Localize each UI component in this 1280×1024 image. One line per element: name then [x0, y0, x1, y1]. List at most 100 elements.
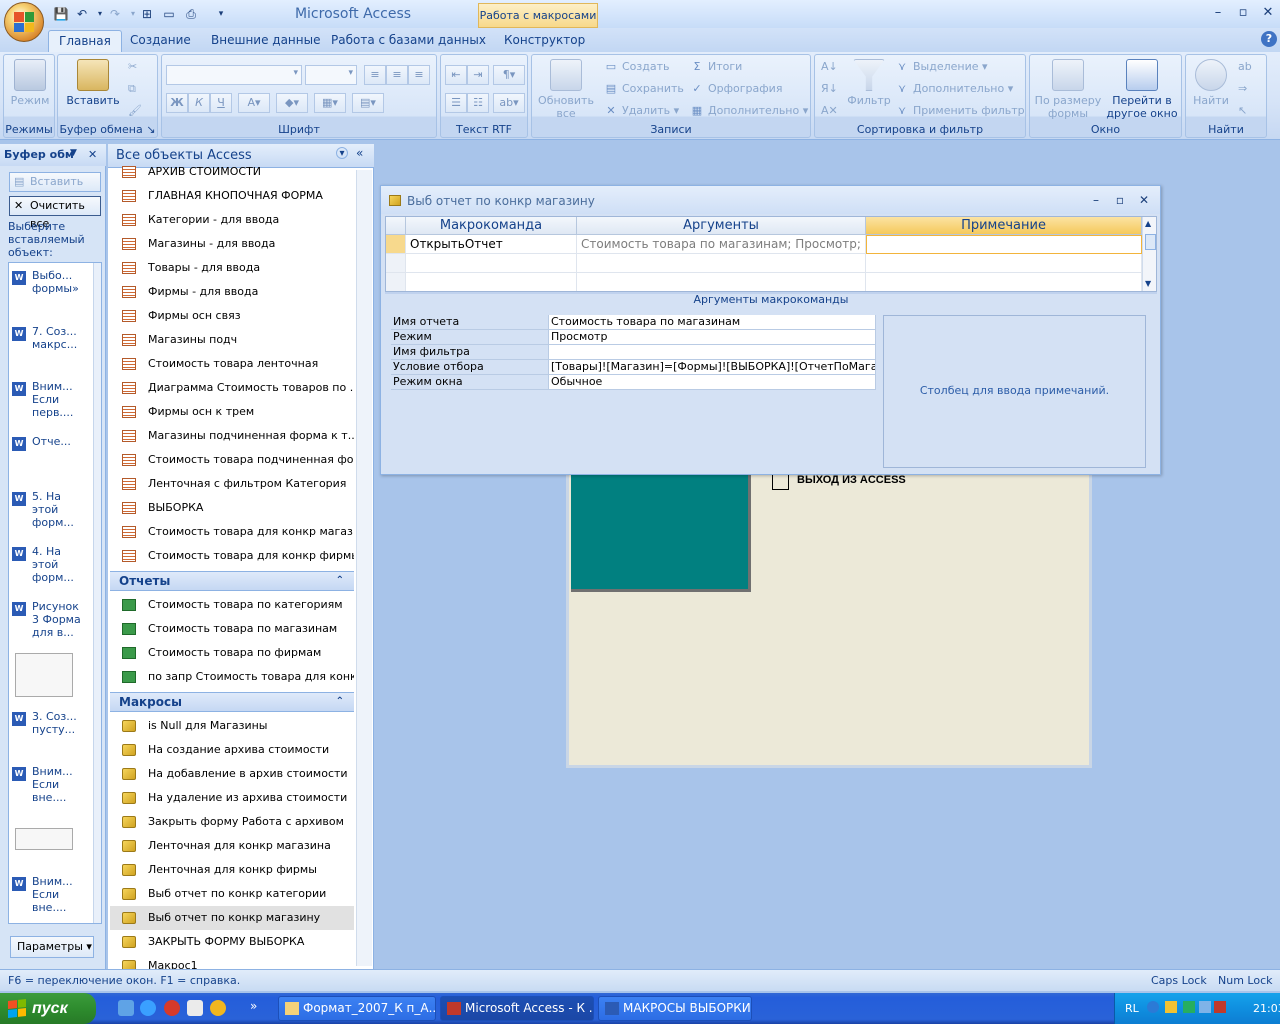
- comment-cell[interactable]: [866, 273, 1142, 291]
- format-painter-icon[interactable]: 🖌: [128, 101, 142, 121]
- help-icon[interactable]: ?: [1261, 31, 1277, 47]
- report-nav-item[interactable]: Стоимость товара по категориям: [110, 593, 354, 617]
- language-indicator[interactable]: RL: [1125, 1002, 1139, 1015]
- form-nav-item[interactable]: Магазины подч: [110, 328, 354, 352]
- form-nav-item[interactable]: Стоимость товара для конкр магаз...: [110, 520, 354, 544]
- alternate-fill-icon[interactable]: ▤▾: [352, 93, 384, 113]
- sort-asc-icon[interactable]: A↓: [821, 57, 838, 77]
- arguments-cell[interactable]: [577, 273, 866, 291]
- underline-icon[interactable]: Ч: [210, 93, 232, 113]
- form-nav-item[interactable]: Фирмы осн связ: [110, 304, 354, 328]
- report-nav-item[interactable]: Стоимость товара по магазинам: [110, 617, 354, 641]
- clipboard-thumbnail-image[interactable]: [15, 653, 73, 697]
- fit-form-button[interactable]: По размеру формы: [1032, 57, 1104, 120]
- gridlines-icon[interactable]: ▦▾: [314, 93, 346, 113]
- clear-all-button[interactable]: ✕ Очистить все: [9, 196, 101, 230]
- form-nav-item[interactable]: Товары - для ввода: [110, 256, 354, 280]
- new-record-button[interactable]: ▭ Создать: [604, 57, 670, 77]
- form-nav-item[interactable]: Фирмы - для ввода: [110, 280, 354, 304]
- action-cell[interactable]: [406, 254, 577, 273]
- action-cell[interactable]: [406, 273, 577, 291]
- column-header-action[interactable]: Макрокоманда: [406, 217, 577, 235]
- tray-antivirus-icon[interactable]: [1214, 1001, 1226, 1013]
- copy-icon[interactable]: ⧉: [128, 79, 136, 99]
- argument-value[interactable]: [548, 345, 876, 360]
- more-quicklaunch-icon[interactable]: »: [250, 999, 257, 1013]
- options-button[interactable]: Параметры ▾: [10, 936, 94, 958]
- clipboard-item[interactable]: W 3. Соз... пусту...: [12, 710, 88, 736]
- arguments-cell[interactable]: [577, 254, 866, 273]
- delete-record-button[interactable]: ✕ Удалить ▾: [604, 101, 679, 121]
- macro-nav-item[interactable]: Выб отчет по конкр магазину: [110, 906, 354, 930]
- argument-value[interactable]: Стоимость товара по магазинам: [548, 315, 876, 330]
- form-nav-item[interactable]: ГЛАВНАЯ КНОПОЧНАЯ ФОРМА: [110, 184, 354, 208]
- form-nav-item[interactable]: Фирмы осн к трем: [110, 400, 354, 424]
- filter-button[interactable]: Фильтр: [845, 57, 893, 107]
- paste-all-button[interactable]: ▤ Вставить все: [9, 172, 101, 206]
- comment-cell[interactable]: [866, 254, 1142, 273]
- customize-toolbar-icon[interactable]: ▾: [212, 5, 230, 23]
- macro-nav-item[interactable]: На добавление в архив стоимости: [110, 762, 354, 786]
- argument-value[interactable]: Обычное: [548, 375, 876, 390]
- font-size-combo[interactable]: [305, 65, 357, 85]
- nav-section-macros[interactable]: Макросы ⌃: [110, 692, 354, 712]
- media-icon[interactable]: [187, 1000, 203, 1016]
- print-preview-icon[interactable]: ⎙: [182, 5, 200, 23]
- task-button-folder[interactable]: Формат_2007_К п_А...: [278, 996, 436, 1021]
- minimize-icon[interactable]: –: [1087, 192, 1105, 208]
- argument-value[interactable]: [Товары]![Магазин]=[Формы]![ВЫБОРКА]![От…: [548, 360, 876, 375]
- pane-options-icon[interactable]: ▼: [70, 148, 77, 158]
- close-icon[interactable]: ✕: [1135, 192, 1153, 208]
- form-nav-item[interactable]: Стоимость товара для конкр фирмы: [110, 544, 354, 568]
- macro-nav-item[interactable]: На создание архива стоимости: [110, 738, 354, 762]
- clipboard-item[interactable]: W Рисунок 3 Форма для в...: [12, 600, 88, 639]
- row-selector[interactable]: [386, 254, 406, 273]
- start-button[interactable]: пуск: [0, 993, 96, 1024]
- macro-nav-item[interactable]: На удаление из архива стоимости: [110, 786, 354, 810]
- row-selector[interactable]: [386, 273, 406, 291]
- font-color-icon[interactable]: A▾: [238, 93, 270, 113]
- clipboard-item[interactable]: W Выбо... формы»: [12, 269, 88, 295]
- undo-icon[interactable]: ↶: [73, 5, 91, 23]
- office-button[interactable]: [4, 2, 44, 42]
- tray-network-icon[interactable]: [1199, 1001, 1211, 1013]
- advanced-filter-button[interactable]: ⋎ Дополнительно ▾: [895, 79, 1013, 99]
- form-nav-item[interactable]: Ленточная с фильтром Категория: [110, 472, 354, 496]
- row-selector[interactable]: [386, 235, 406, 254]
- increase-indent-icon[interactable]: ⇥: [467, 65, 489, 85]
- align-left-icon[interactable]: ≡: [364, 65, 386, 85]
- collapse-nav-icon[interactable]: «: [356, 146, 363, 160]
- decrease-indent-icon[interactable]: ⇤: [445, 65, 467, 85]
- restore-icon[interactable]: ▫: [1233, 5, 1253, 21]
- clipboard-item[interactable]: W 5. На этой форм...: [12, 490, 88, 529]
- select-icon[interactable]: ↖: [1238, 101, 1247, 121]
- nav-dropdown-icon[interactable]: ▾: [336, 147, 348, 159]
- toggle-filter-button[interactable]: ⋎ Применить фильтр: [895, 101, 1025, 121]
- clear-sort-icon[interactable]: A✕: [821, 101, 838, 121]
- macro-nav-item[interactable]: Ленточная для конкр фирмы: [110, 858, 354, 882]
- nav-section-reports[interactable]: Отчеты ⌃: [110, 571, 354, 591]
- close-icon[interactable]: ✕: [1258, 5, 1278, 21]
- form-nav-item[interactable]: Категории - для ввода: [110, 208, 354, 232]
- form-nav-item[interactable]: Магазины - для ввода: [110, 232, 354, 256]
- scroll-thumb[interactable]: [1145, 234, 1156, 250]
- goto-icon[interactable]: ⇒: [1238, 79, 1247, 99]
- font-name-combo[interactable]: [166, 65, 302, 85]
- bold-icon[interactable]: Ж: [166, 93, 188, 113]
- tab-external-data[interactable]: Внешние данные: [201, 30, 330, 52]
- column-header-arguments[interactable]: Аргументы: [577, 217, 866, 235]
- nav-scrollbar[interactable]: [356, 170, 372, 966]
- comment-cell[interactable]: [866, 235, 1142, 254]
- refresh-all-button[interactable]: Обновить все: [534, 57, 598, 120]
- action-cell[interactable]: ОткрытьОтчет: [406, 235, 577, 254]
- maximize-icon[interactable]: ▫: [1111, 192, 1129, 208]
- zoom-icon[interactable]: ⊞: [138, 5, 156, 23]
- minimize-icon[interactable]: –: [1208, 5, 1228, 21]
- clipboard-item[interactable]: W 7. Соз... макрс...: [12, 325, 88, 351]
- clipboard-scrollbar[interactable]: [93, 263, 101, 923]
- grid-scrollbar[interactable]: ▲ ▼: [1142, 217, 1156, 291]
- form-nav-item[interactable]: Диаграмма Стоимость товаров по ...: [110, 376, 354, 400]
- spelling-button[interactable]: ✓ Орфография: [690, 79, 782, 99]
- clipboard-item[interactable]: W Вним... Если вне....: [12, 875, 88, 914]
- collapse-section-icon[interactable]: ⌃: [336, 693, 344, 711]
